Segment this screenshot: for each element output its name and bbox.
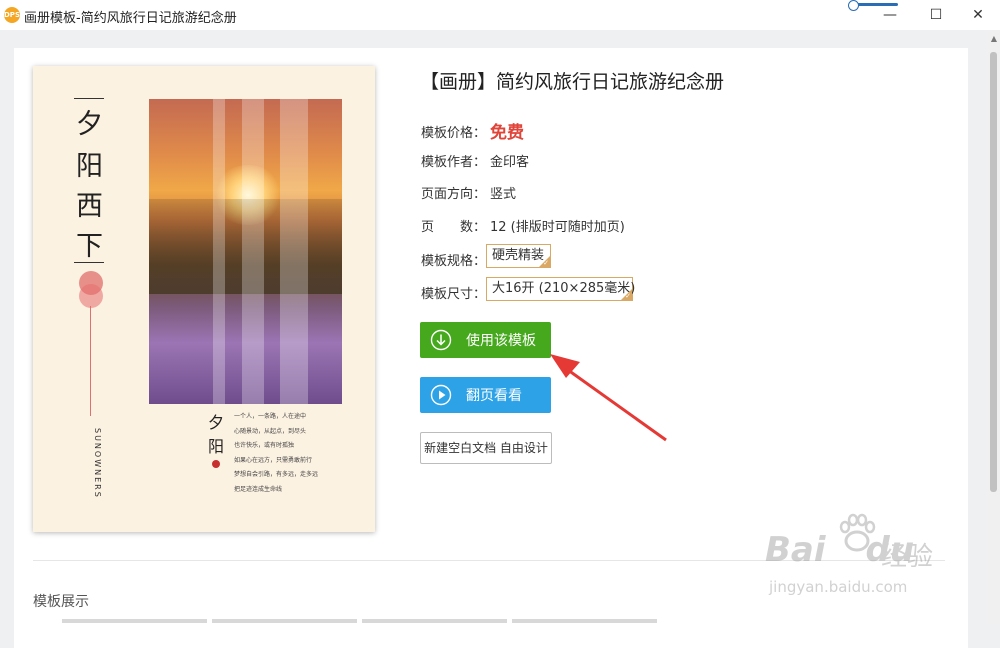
showcase-thumbnail[interactable]	[512, 619, 657, 623]
watermark-jingyan-text: 经验	[881, 542, 934, 572]
cover-subtitle-char: 阳	[208, 437, 225, 456]
pages-value: 12 (排版时可随时加页)	[490, 220, 625, 235]
check-icon: ✓	[543, 259, 549, 267]
spec-option-text: 硬壳精装	[492, 248, 545, 263]
poem-line: 梦想自会引路，有多远，走多远	[234, 471, 319, 478]
price-label: 模板价格：	[421, 126, 487, 141]
cover-title-char: 夕	[76, 109, 103, 140]
check-icon: ✓	[625, 292, 631, 300]
new-blank-document-button[interactable]: 新建空白文档 自由设计	[420, 432, 552, 464]
showcase-thumbnail[interactable]	[362, 619, 507, 623]
size-option-16k[interactable]: 大16开 (210×285毫米) ✓	[486, 277, 636, 301]
template-showcase-heading: 模板展示	[33, 594, 89, 610]
spec-option-hardcover[interactable]: 硬壳精装 ✓	[486, 244, 551, 268]
cover-vertical-english: SUNOWNERS	[93, 428, 102, 499]
red-arrow-annotation-icon	[550, 354, 667, 442]
scrollbar-thumb[interactable]	[990, 52, 997, 492]
author-value: 金印客	[490, 155, 530, 170]
cover-title-char: 阳	[76, 151, 103, 182]
cover-poem: 一个人，一条路，人在途中 心随景动，从起点，到尽头 也许快乐，或有时孤独 如果心…	[234, 410, 344, 497]
watermark-url: jingyan.baidu.com	[769, 578, 908, 596]
showcase-thumbnail[interactable]	[212, 619, 357, 623]
cover-rule-bottom	[74, 262, 104, 263]
watermark-bai: Bai	[765, 530, 826, 570]
poem-line: 心随景动，从起点，到尽头	[234, 427, 307, 435]
title-bar: DPS 画册模板-简约风旅行日记旅游纪念册 — ☐ ✕	[0, 0, 1000, 30]
baidu-jingyan-watermark: Bai du 经验 jingyan.baidu.com	[765, 513, 965, 610]
cover-subtitle-char: 夕	[208, 413, 225, 432]
flip-preview-label: 翻页看看	[466, 388, 522, 404]
photo-stripe	[280, 99, 308, 404]
product-title: 【画册】简约风旅行日记旅游纪念册	[420, 71, 725, 93]
close-button[interactable]: ✕	[955, 0, 1000, 30]
showcase-thumbnails	[62, 619, 662, 623]
decor-line	[90, 306, 91, 416]
size-label: 模板尺寸：	[421, 287, 487, 302]
download-arrow-icon	[430, 329, 452, 351]
use-template-button[interactable]: 使用该模板	[420, 322, 551, 358]
play-icon	[430, 384, 452, 406]
size-option-text: 大16开 (210×285毫米)	[492, 281, 636, 296]
orientation-value: 竖式	[490, 187, 517, 202]
poem-line: 把足迹连成生命线	[234, 485, 283, 493]
photo-stripe	[242, 99, 264, 404]
baidu-paw-icon	[839, 513, 876, 552]
decor-circle-icon	[79, 284, 103, 308]
minimize-button[interactable]: —	[867, 0, 913, 30]
cover-photo	[149, 99, 342, 404]
showcase-thumbnail[interactable]	[62, 619, 207, 623]
cover-title-char: 下	[76, 231, 103, 262]
pages-label: 页 数：	[421, 220, 487, 235]
author-label: 模板作者：	[421, 155, 487, 170]
poem-line: 一个人，一条路，人在途中	[234, 413, 307, 420]
price-value: 免费	[490, 123, 524, 143]
poem-line: 也许快乐，或有时孤独	[234, 442, 295, 449]
window-title: 画册模板-简约风旅行日记旅游纪念册	[24, 11, 237, 26]
app-logo-icon: DPS	[4, 7, 20, 23]
red-dot-icon	[212, 460, 220, 468]
slider-knob[interactable]	[848, 0, 859, 11]
photo-stripe	[213, 99, 225, 404]
spec-label: 模板规格：	[421, 254, 487, 269]
orientation-label: 页面方向：	[421, 187, 487, 202]
scroll-up-arrow-icon[interactable]: ▲	[991, 34, 997, 43]
template-cover-preview[interactable]: 夕 阳 西 下 SUNOWNERS 夕 阳 一个人，一条路，人在途中 心随景动，…	[33, 66, 375, 532]
poem-line: 如果心在远方，只需勇敢前行	[234, 456, 313, 464]
flip-preview-button[interactable]: 翻页看看	[420, 377, 551, 413]
cover-rule-top	[74, 98, 104, 99]
maximize-button[interactable]: ☐	[913, 0, 959, 30]
use-template-label: 使用该模板	[466, 333, 536, 349]
cover-title-char: 西	[76, 191, 103, 222]
